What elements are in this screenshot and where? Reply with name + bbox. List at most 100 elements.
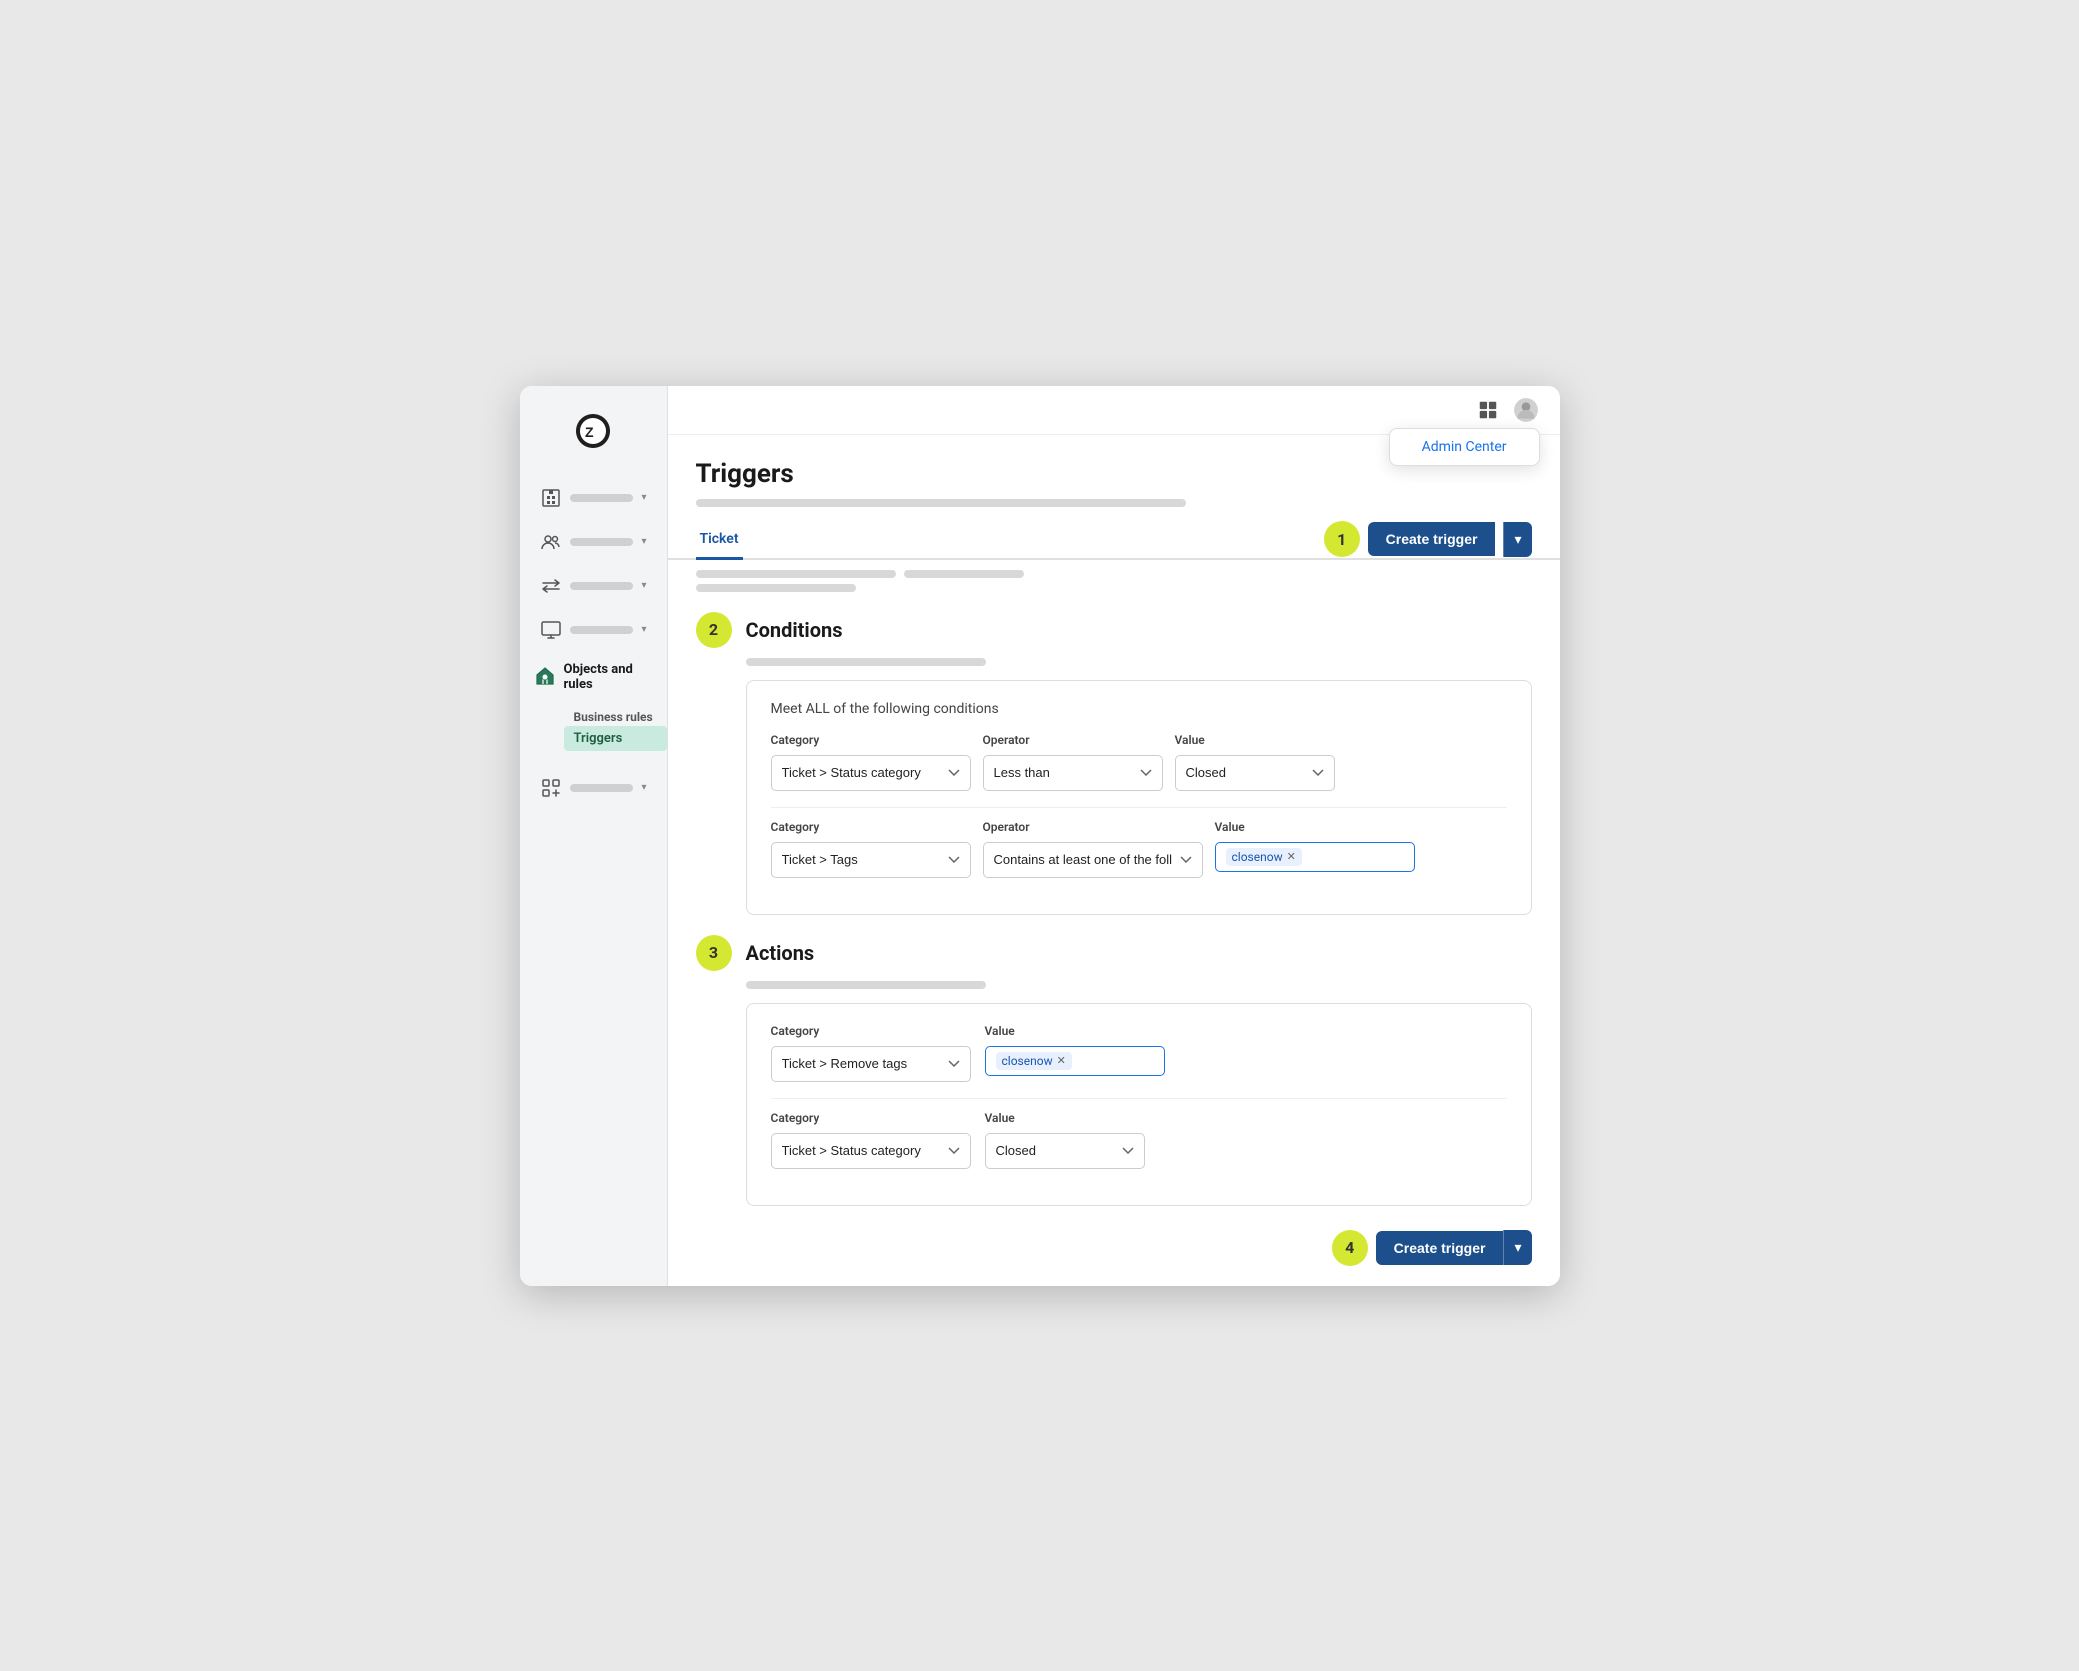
- action1-category-label: Category: [771, 1024, 971, 1038]
- step-badge-1: 1: [1324, 521, 1360, 557]
- sidebar-item-grid-plus[interactable]: ▾: [526, 767, 661, 809]
- condition1-value-select[interactable]: Closed: [1175, 755, 1335, 791]
- action1-tag-chip: closenow ✕: [996, 1052, 1072, 1070]
- content-area: 2 Conditions Meet ALL of the following c…: [668, 592, 1560, 1286]
- topbar-icons: [1474, 396, 1540, 424]
- actions-header: 3 Actions: [696, 935, 1532, 971]
- condition2-tag-remove[interactable]: ✕: [1287, 850, 1296, 863]
- meet-all-label: Meet ALL of the following conditions: [771, 701, 1507, 717]
- sidebar-submenu: Business rules Triggers: [520, 702, 667, 755]
- condition2-operator-select[interactable]: Contains at least one of the following: [983, 842, 1203, 878]
- action2-category-group: Category Ticket > Status category: [771, 1111, 971, 1169]
- content-bar-3: [696, 584, 856, 592]
- action2-value-select[interactable]: Closed: [985, 1133, 1145, 1169]
- chevron-down-icon-1: ▾: [641, 492, 646, 503]
- topbar: Admin Center: [668, 386, 1560, 435]
- action-divider: [771, 1098, 1507, 1099]
- create-trigger-button-top[interactable]: Create trigger: [1368, 522, 1496, 556]
- action1-category-group: Category Ticket > Remove tags: [771, 1024, 971, 1082]
- action2-category-label: Category: [771, 1111, 971, 1125]
- people-icon: [540, 531, 562, 553]
- tab-content-bars: [668, 560, 1560, 592]
- condition2-tag-chip: closenow ✕: [1226, 848, 1302, 866]
- grid-plus-icon: [540, 777, 562, 799]
- nav-label-bar-2: [570, 538, 634, 546]
- sidebar-item-objects-and-rules[interactable]: Objects and rules: [520, 652, 667, 702]
- action1-value-label: Value: [985, 1024, 1165, 1038]
- chevron-down-icon-2: ▾: [641, 536, 646, 547]
- actions-box: Category Ticket > Remove tags Value clos…: [746, 1003, 1532, 1206]
- action1-category-select[interactable]: Ticket > Remove tags: [771, 1046, 971, 1082]
- step-badge-3: 3: [696, 935, 732, 971]
- chevron-down-icon-6: ▾: [641, 782, 646, 793]
- condition2-tag-input[interactable]: closenow ✕: [1215, 842, 1415, 872]
- condition1-operator-group: Operator Less than: [983, 733, 1163, 791]
- main-content: Admin Center Triggers Ticket 1 Create tr…: [668, 386, 1560, 1286]
- step-badge-2: 2: [696, 612, 732, 648]
- condition1-value-group: Value Closed: [1175, 733, 1335, 791]
- condition2-category-group: Category Ticket > Tags: [771, 820, 971, 878]
- chevron-down-icon-3: ▾: [641, 580, 646, 591]
- action-row-2: Category Ticket > Status category Value …: [771, 1111, 1507, 1169]
- condition2-operator-label: Operator: [983, 820, 1203, 834]
- building-icon: [540, 487, 562, 509]
- create-trigger-dropdown-bottom[interactable]: ▾: [1503, 1230, 1531, 1265]
- conditions-subbar: [746, 658, 986, 666]
- admin-center-dropdown[interactable]: Admin Center: [1389, 428, 1540, 466]
- action1-tag-input[interactable]: closenow ✕: [985, 1046, 1165, 1076]
- sidebar-item-people[interactable]: ▾: [526, 521, 661, 563]
- create-trigger-button-bottom[interactable]: Create trigger: [1376, 1231, 1504, 1265]
- condition2-category-select[interactable]: Ticket > Tags: [771, 842, 971, 878]
- logo: Z: [520, 402, 667, 476]
- condition2-operator-group: Operator Contains at least one of the fo…: [983, 820, 1203, 878]
- bottom-create-trigger-area: 4 Create trigger ▾: [696, 1226, 1532, 1266]
- content-bar-1: [696, 570, 896, 578]
- condition1-operator-select[interactable]: Less than: [983, 755, 1163, 791]
- content-bar-2: [904, 570, 1024, 578]
- grid-icon[interactable]: [1474, 396, 1502, 424]
- sidebar: Z ▾: [520, 386, 668, 1286]
- condition2-category-label: Category: [771, 820, 971, 834]
- action2-category-select[interactable]: Ticket > Status category: [771, 1133, 971, 1169]
- step-badge-4: 4: [1332, 1230, 1368, 1266]
- conditions-box: Meet ALL of the following conditions Cat…: [746, 680, 1532, 915]
- conditions-title: Conditions: [746, 618, 843, 642]
- monitor-icon: [540, 619, 562, 641]
- condition-row-2: Category Ticket > Tags Operator Contains…: [771, 820, 1507, 878]
- user-avatar[interactable]: [1512, 396, 1540, 424]
- sidebar-item-monitor[interactable]: ▾: [526, 609, 661, 651]
- condition-divider: [771, 807, 1507, 808]
- condition1-value-label: Value: [1175, 733, 1335, 747]
- action1-tag-remove[interactable]: ✕: [1057, 1054, 1066, 1067]
- actions-subbar: [746, 981, 986, 989]
- arrows-icon: [540, 575, 562, 597]
- nav-label-bar-3: [570, 582, 634, 590]
- nav-label-bar-4: [570, 626, 634, 634]
- condition1-category-select[interactable]: Ticket > Status category: [771, 755, 971, 791]
- action-row-1: Category Ticket > Remove tags Value clos…: [771, 1024, 1507, 1082]
- submenu-parent-label: Business rules: [564, 706, 667, 726]
- action1-value-group: Value closenow ✕: [985, 1024, 1165, 1076]
- chevron-down-icon-4: ▾: [641, 624, 646, 635]
- condition1-category-group: Category Ticket > Status category: [771, 733, 971, 791]
- objects-and-rules-label: Objects and rules: [564, 662, 653, 692]
- sidebar-item-arrows[interactable]: ▾: [526, 565, 661, 607]
- tab-ticket[interactable]: Ticket: [696, 521, 743, 560]
- condition2-value-group: Value closenow ✕: [1215, 820, 1415, 872]
- action2-value-label: Value: [985, 1111, 1145, 1125]
- condition-row-1: Category Ticket > Status category Operat…: [771, 733, 1507, 791]
- tabs-row: Ticket 1 Create trigger ▾: [668, 521, 1560, 560]
- svg-text:Z: Z: [585, 424, 594, 440]
- create-trigger-dropdown-top[interactable]: ▾: [1503, 522, 1531, 557]
- sidebar-item-building[interactable]: ▾: [526, 477, 661, 519]
- nav-label-bar-1: [570, 494, 634, 502]
- condition2-value-label: Value: [1215, 820, 1415, 834]
- conditions-header: 2 Conditions: [696, 612, 1532, 648]
- sidebar-item-triggers[interactable]: Triggers: [564, 726, 667, 751]
- objects-icon: [534, 664, 556, 690]
- tab-right-actions: 1 Create trigger ▾: [1324, 521, 1532, 557]
- condition2-tag-text: closenow: [1232, 850, 1283, 864]
- action2-value-group: Value Closed: [985, 1111, 1145, 1169]
- title-subbar: [696, 499, 1186, 507]
- condition1-operator-label: Operator: [983, 733, 1163, 747]
